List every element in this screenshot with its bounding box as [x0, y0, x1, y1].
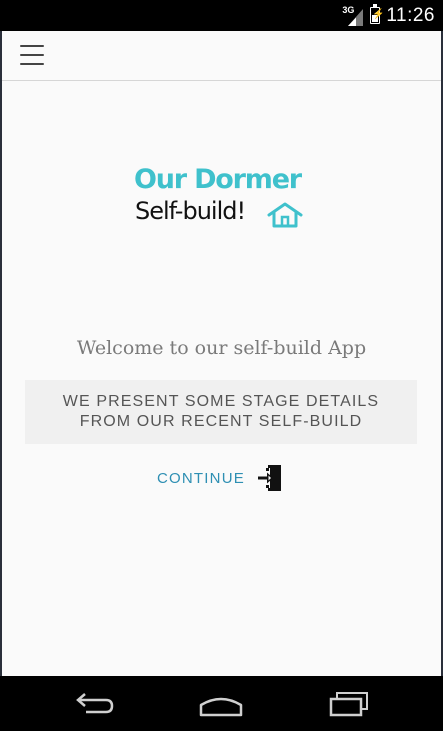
signal-icon: 3G	[342, 5, 364, 27]
system-nav-bar	[0, 676, 443, 731]
status-time: 11:26	[386, 4, 435, 26]
logo-line-1: Our Dormer	[134, 164, 302, 195]
app-logo: Our Dormer Self-build!	[132, 164, 312, 234]
welcome-heading: Welcome to our self-build App	[76, 337, 367, 359]
home-icon[interactable]	[195, 688, 247, 720]
back-icon[interactable]	[67, 688, 119, 720]
status-icons: 3G ⚡ 11:26	[342, 0, 435, 31]
intro-text: WE PRESENT SOME STAGE DETAILS FROM OUR R…	[62, 393, 380, 430]
continue-button[interactable]: CONTINUE	[157, 463, 283, 493]
app-toolbar	[2, 31, 441, 81]
battery-charging-icon: ⚡	[370, 4, 385, 24]
recent-apps-icon[interactable]	[323, 688, 375, 720]
login-icon	[257, 465, 281, 491]
status-bar: 3G ⚡ 11:26	[0, 0, 443, 31]
intro-panel: WE PRESENT SOME STAGE DETAILS FROM OUR R…	[25, 380, 417, 444]
house-icon	[267, 202, 303, 228]
device-screen: 3G ⚡ 11:26 Our Dormer Self-build! Welcom…	[0, 0, 443, 731]
app-content: Our Dormer Self-build! Welcome to our se…	[2, 31, 441, 676]
hamburger-menu-icon[interactable]	[20, 45, 44, 65]
logo-line-2: Self-build!	[135, 197, 246, 225]
continue-label: CONTINUE	[157, 469, 245, 487]
